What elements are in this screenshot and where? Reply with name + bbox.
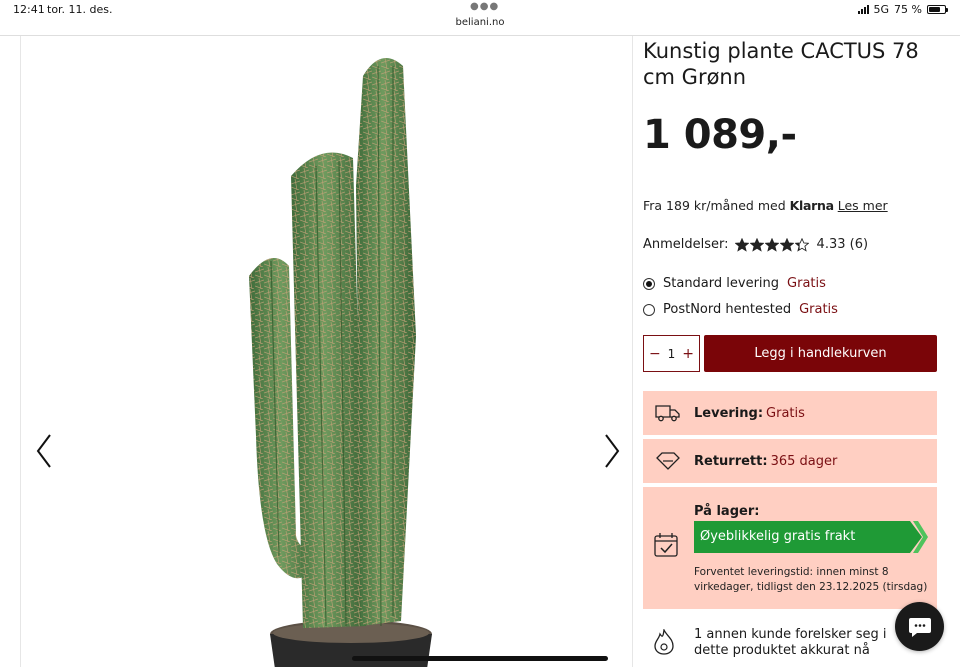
plus-icon[interactable]: + xyxy=(682,346,694,362)
returns-value: 365 dager xyxy=(770,453,838,469)
minus-icon[interactable]: − xyxy=(649,346,661,362)
delivery-label: Levering: xyxy=(694,405,764,421)
social-proof: 1 annen kunde forelsker seg i dette prod… xyxy=(643,627,937,659)
klarna-logo: Klarna xyxy=(789,198,834,213)
cellular-signal-icon xyxy=(857,5,869,14)
returns-info-card: Returrett: 365 dager xyxy=(643,439,937,483)
product-price: 1 089,- xyxy=(643,112,797,158)
star-full-icon xyxy=(779,237,794,252)
star-full-icon xyxy=(734,237,749,252)
status-indicators: 5G 75 % xyxy=(857,3,948,16)
reviews-score: 4.33 (6) xyxy=(816,237,869,252)
klarna-read-more-link[interactable]: Les mer xyxy=(838,198,888,213)
radio-selected-icon[interactable] xyxy=(643,277,655,290)
stock-badge: Øyeblikkelig gratis frakt xyxy=(694,521,928,553)
delivery-value: Gratis xyxy=(766,405,805,421)
battery-percent: 75 % xyxy=(894,3,922,16)
product-image-cactus xyxy=(249,58,432,667)
reviews-summary[interactable]: Anmeldelser: 4.33 (6) xyxy=(643,237,937,252)
gallery-next-arrow-icon[interactable] xyxy=(599,429,625,473)
star-full-icon xyxy=(749,237,764,252)
chat-bubble-icon[interactable] xyxy=(895,602,944,651)
product-details-panel: Kunstig plante CACTUS 78 cm Grønn 1 089,… xyxy=(643,36,937,659)
stock-label: På lager: xyxy=(694,504,760,519)
reviews-label: Anmeldelser: xyxy=(643,237,729,252)
add-to-cart-row: − 1 + Legg i handlekurven xyxy=(643,335,937,372)
status-time: 12:41 xyxy=(13,3,45,16)
battery-icon xyxy=(927,5,948,14)
product-image-gallery[interactable] xyxy=(20,36,633,667)
return-365-icon xyxy=(643,451,693,471)
delivery-info-card: Levering: Gratis xyxy=(643,391,937,435)
delivery-eta: Forventet leveringstid: innen minst 8 vi… xyxy=(694,566,928,593)
shipping-option-price: Gratis xyxy=(787,276,826,291)
address-bar-url[interactable]: beliani.no xyxy=(0,17,960,28)
truck-icon xyxy=(643,403,693,423)
quantity-stepper[interactable]: − 1 + xyxy=(643,335,700,372)
stock-info-card: På lager: Øyeblikkelig gratis frakt Forv… xyxy=(643,487,937,609)
calendar-check-icon xyxy=(653,532,679,562)
add-to-cart-button[interactable]: Legg i handlekurven xyxy=(704,335,937,372)
shipping-option-price: Gratis xyxy=(799,302,838,317)
gallery-prev-arrow-icon[interactable] xyxy=(31,429,57,473)
multitasking-dots-icon[interactable]: ●●● xyxy=(470,1,499,12)
radio-unselected-icon[interactable] xyxy=(643,303,655,316)
star-full-icon xyxy=(764,237,779,252)
social-proof-text: 1 annen kunde forelsker seg i dette prod… xyxy=(694,627,887,658)
returns-label: Returrett: xyxy=(694,453,768,469)
klarna-text: Fra 189 kr/måned med xyxy=(643,198,786,213)
stock-badge-text: Øyeblikkelig gratis frakt xyxy=(700,529,856,544)
quantity-value[interactable]: 1 xyxy=(668,347,676,361)
network-type: 5G xyxy=(873,3,890,16)
shipping-option-label: PostNord hentested xyxy=(663,302,792,317)
home-indicator[interactable] xyxy=(352,656,608,661)
star-rating xyxy=(734,237,809,252)
flame-icon xyxy=(653,627,675,660)
status-date: tor. 11. des. xyxy=(47,3,113,16)
shipping-option-standard[interactable]: Standard levering Gratis xyxy=(643,276,937,291)
shipping-option-postnord[interactable]: PostNord hentested Gratis xyxy=(643,302,937,317)
star-partial-icon xyxy=(794,237,809,252)
klarna-financing: Fra 189 kr/måned med Klarna Les mer xyxy=(643,198,937,213)
product-title: Kunstig plante CACTUS 78 cm Grønn xyxy=(643,39,919,89)
shipping-option-label: Standard levering xyxy=(663,276,780,291)
